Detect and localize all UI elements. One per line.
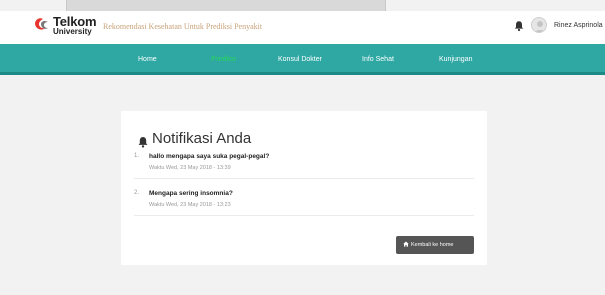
- notification-card: Notifikasi Anda 1. hallo mengapa saya su…: [121, 111, 487, 265]
- nav-item-kunjungan[interactable]: Kunjungan: [439, 56, 472, 63]
- item-question[interactable]: hallo mengapa saya suka pegal-pegal?: [149, 153, 269, 160]
- telkom-logo[interactable]: Telkom University: [33, 14, 113, 40]
- nav-item-konsul-dokter[interactable]: Konsul Dokter: [278, 56, 322, 63]
- notification-item[interactable]: 1. hallo mengapa saya suka pegal-pegal? …: [134, 153, 474, 180]
- item-number: 1.: [134, 153, 140, 159]
- home-icon: [403, 241, 409, 247]
- bell-icon[interactable]: [513, 20, 525, 32]
- notification-item[interactable]: 2. Mengapa sering insomnia? Waktu Wed, 2…: [134, 190, 474, 217]
- back-to-home-button[interactable]: Kembali ke home: [396, 236, 474, 254]
- notification-bell-icon: [138, 137, 148, 148]
- site-title: Rekomendasi Kesehatan Untuk Prediksi Pen…: [103, 22, 263, 31]
- telkom-logo-icon: [35, 18, 48, 30]
- item-question[interactable]: Mengapa sering insomnia?: [149, 190, 233, 197]
- item-number: 2.: [134, 190, 140, 196]
- back-to-home-label: Kembali ke home: [411, 242, 454, 248]
- item-time: Waktu Wed, 23 May 2018 - 13:39: [149, 165, 231, 171]
- item-time: Waktu Wed, 23 May 2018 - 13:23: [149, 202, 231, 208]
- notification-title: Notifikasi Anda: [152, 130, 252, 147]
- top-header: Telkom University Rekomendasi Kesehatan …: [0, 11, 605, 44]
- main-nav: Home Prediksi Konsul Dokter Info Sehat K…: [0, 44, 605, 75]
- brand-subtitle: University: [53, 27, 92, 36]
- user-avatar-icon[interactable]: [531, 17, 547, 33]
- nav-item-home[interactable]: Home: [138, 56, 157, 63]
- divider: [134, 178, 474, 179]
- browser-tab-strip: [66, 0, 386, 11]
- nav-item-info-sehat[interactable]: Info Sehat: [362, 56, 394, 63]
- nav-item-prediksi[interactable]: Prediksi: [211, 56, 236, 63]
- divider: [134, 215, 474, 216]
- username[interactable]: Rinez Asprinola: [554, 22, 603, 29]
